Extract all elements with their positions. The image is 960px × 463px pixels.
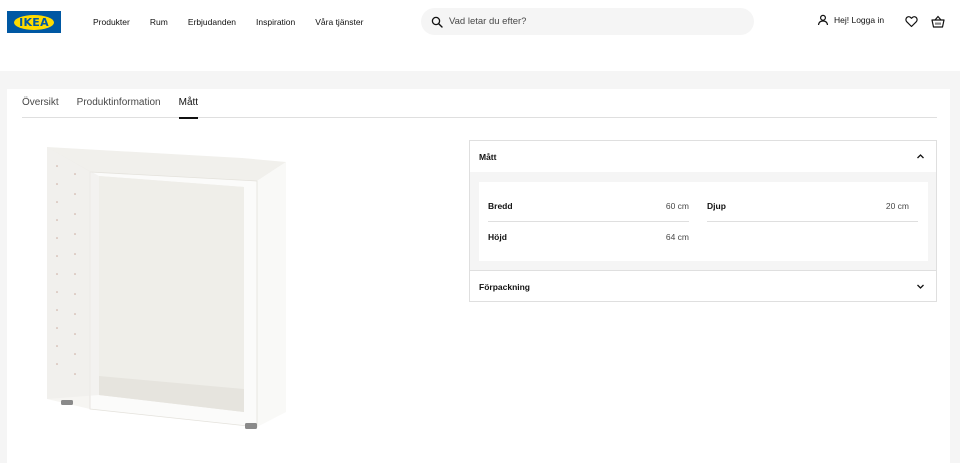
divider <box>488 221 689 222</box>
nav-item-produkter[interactable]: Produkter <box>93 15 130 29</box>
nav-item-inspiration[interactable]: Inspiration <box>256 15 295 29</box>
search-bar[interactable]: Vad letar du efter? <box>421 8 754 35</box>
login-label[interactable]: Hej! Logga in <box>834 15 884 25</box>
user-icon <box>817 14 829 26</box>
accordion: Mått Bredd 60 cm Djup 20 cm Höjd 64 cm F… <box>469 140 937 302</box>
divider <box>707 221 918 222</box>
nav-item-vara-tjanster[interactable]: Våra tjänster <box>315 15 363 29</box>
tab-matt[interactable]: Mått <box>178 89 199 119</box>
product-tabs: Översikt Produktinformation Mått <box>22 89 937 119</box>
dimensions-table: Bredd 60 cm Djup 20 cm Höjd 64 cm <box>479 182 928 261</box>
dim-value-djup: 20 cm <box>885 201 909 211</box>
product-details-section: Översikt Produktinformation Mått Mått Br… <box>7 89 950 463</box>
tab-produktinformation[interactable]: Produktinformation <box>77 89 161 118</box>
accordion-body-matt: Bredd 60 cm Djup 20 cm Höjd 64 cm <box>470 172 936 271</box>
site-header: IKEA Produkter Rum Erbjudanden Inspirati… <box>0 0 960 71</box>
accordion-header-forpackning[interactable]: Förpackning <box>470 271 936 302</box>
chevron-up-icon <box>917 154 924 159</box>
accordion-title-matt: Mått <box>479 151 497 162</box>
dim-value-bredd: 60 cm <box>665 201 689 211</box>
dim-label-bredd: Bredd <box>488 201 513 211</box>
dim-value-hojd: 64 cm <box>665 232 689 242</box>
login-link[interactable]: Hej! Logga in <box>817 14 884 26</box>
dim-label-hojd: Höjd <box>488 232 507 242</box>
nav-item-erbjudanden[interactable]: Erbjudanden <box>188 15 236 29</box>
accordion-title-forpackning: Förpackning <box>479 281 531 292</box>
search-input[interactable]: Vad letar du efter? <box>449 16 526 27</box>
dim-label-djup: Djup <box>707 201 726 211</box>
search-icon <box>431 16 443 28</box>
tab-oversikt[interactable]: Översikt <box>22 89 59 118</box>
main-nav: Produkter Rum Erbjudanden Inspiration Vå… <box>93 15 383 29</box>
heart-icon[interactable] <box>905 15 918 28</box>
product-image <box>47 147 286 429</box>
logo-text: IKEA <box>14 14 54 30</box>
nav-item-rum[interactable]: Rum <box>150 15 168 29</box>
accordion-header-matt[interactable]: Mått <box>470 141 936 172</box>
ikea-logo[interactable]: IKEA <box>7 11 61 33</box>
cart-icon[interactable] <box>931 15 945 28</box>
chevron-down-icon <box>917 284 924 289</box>
